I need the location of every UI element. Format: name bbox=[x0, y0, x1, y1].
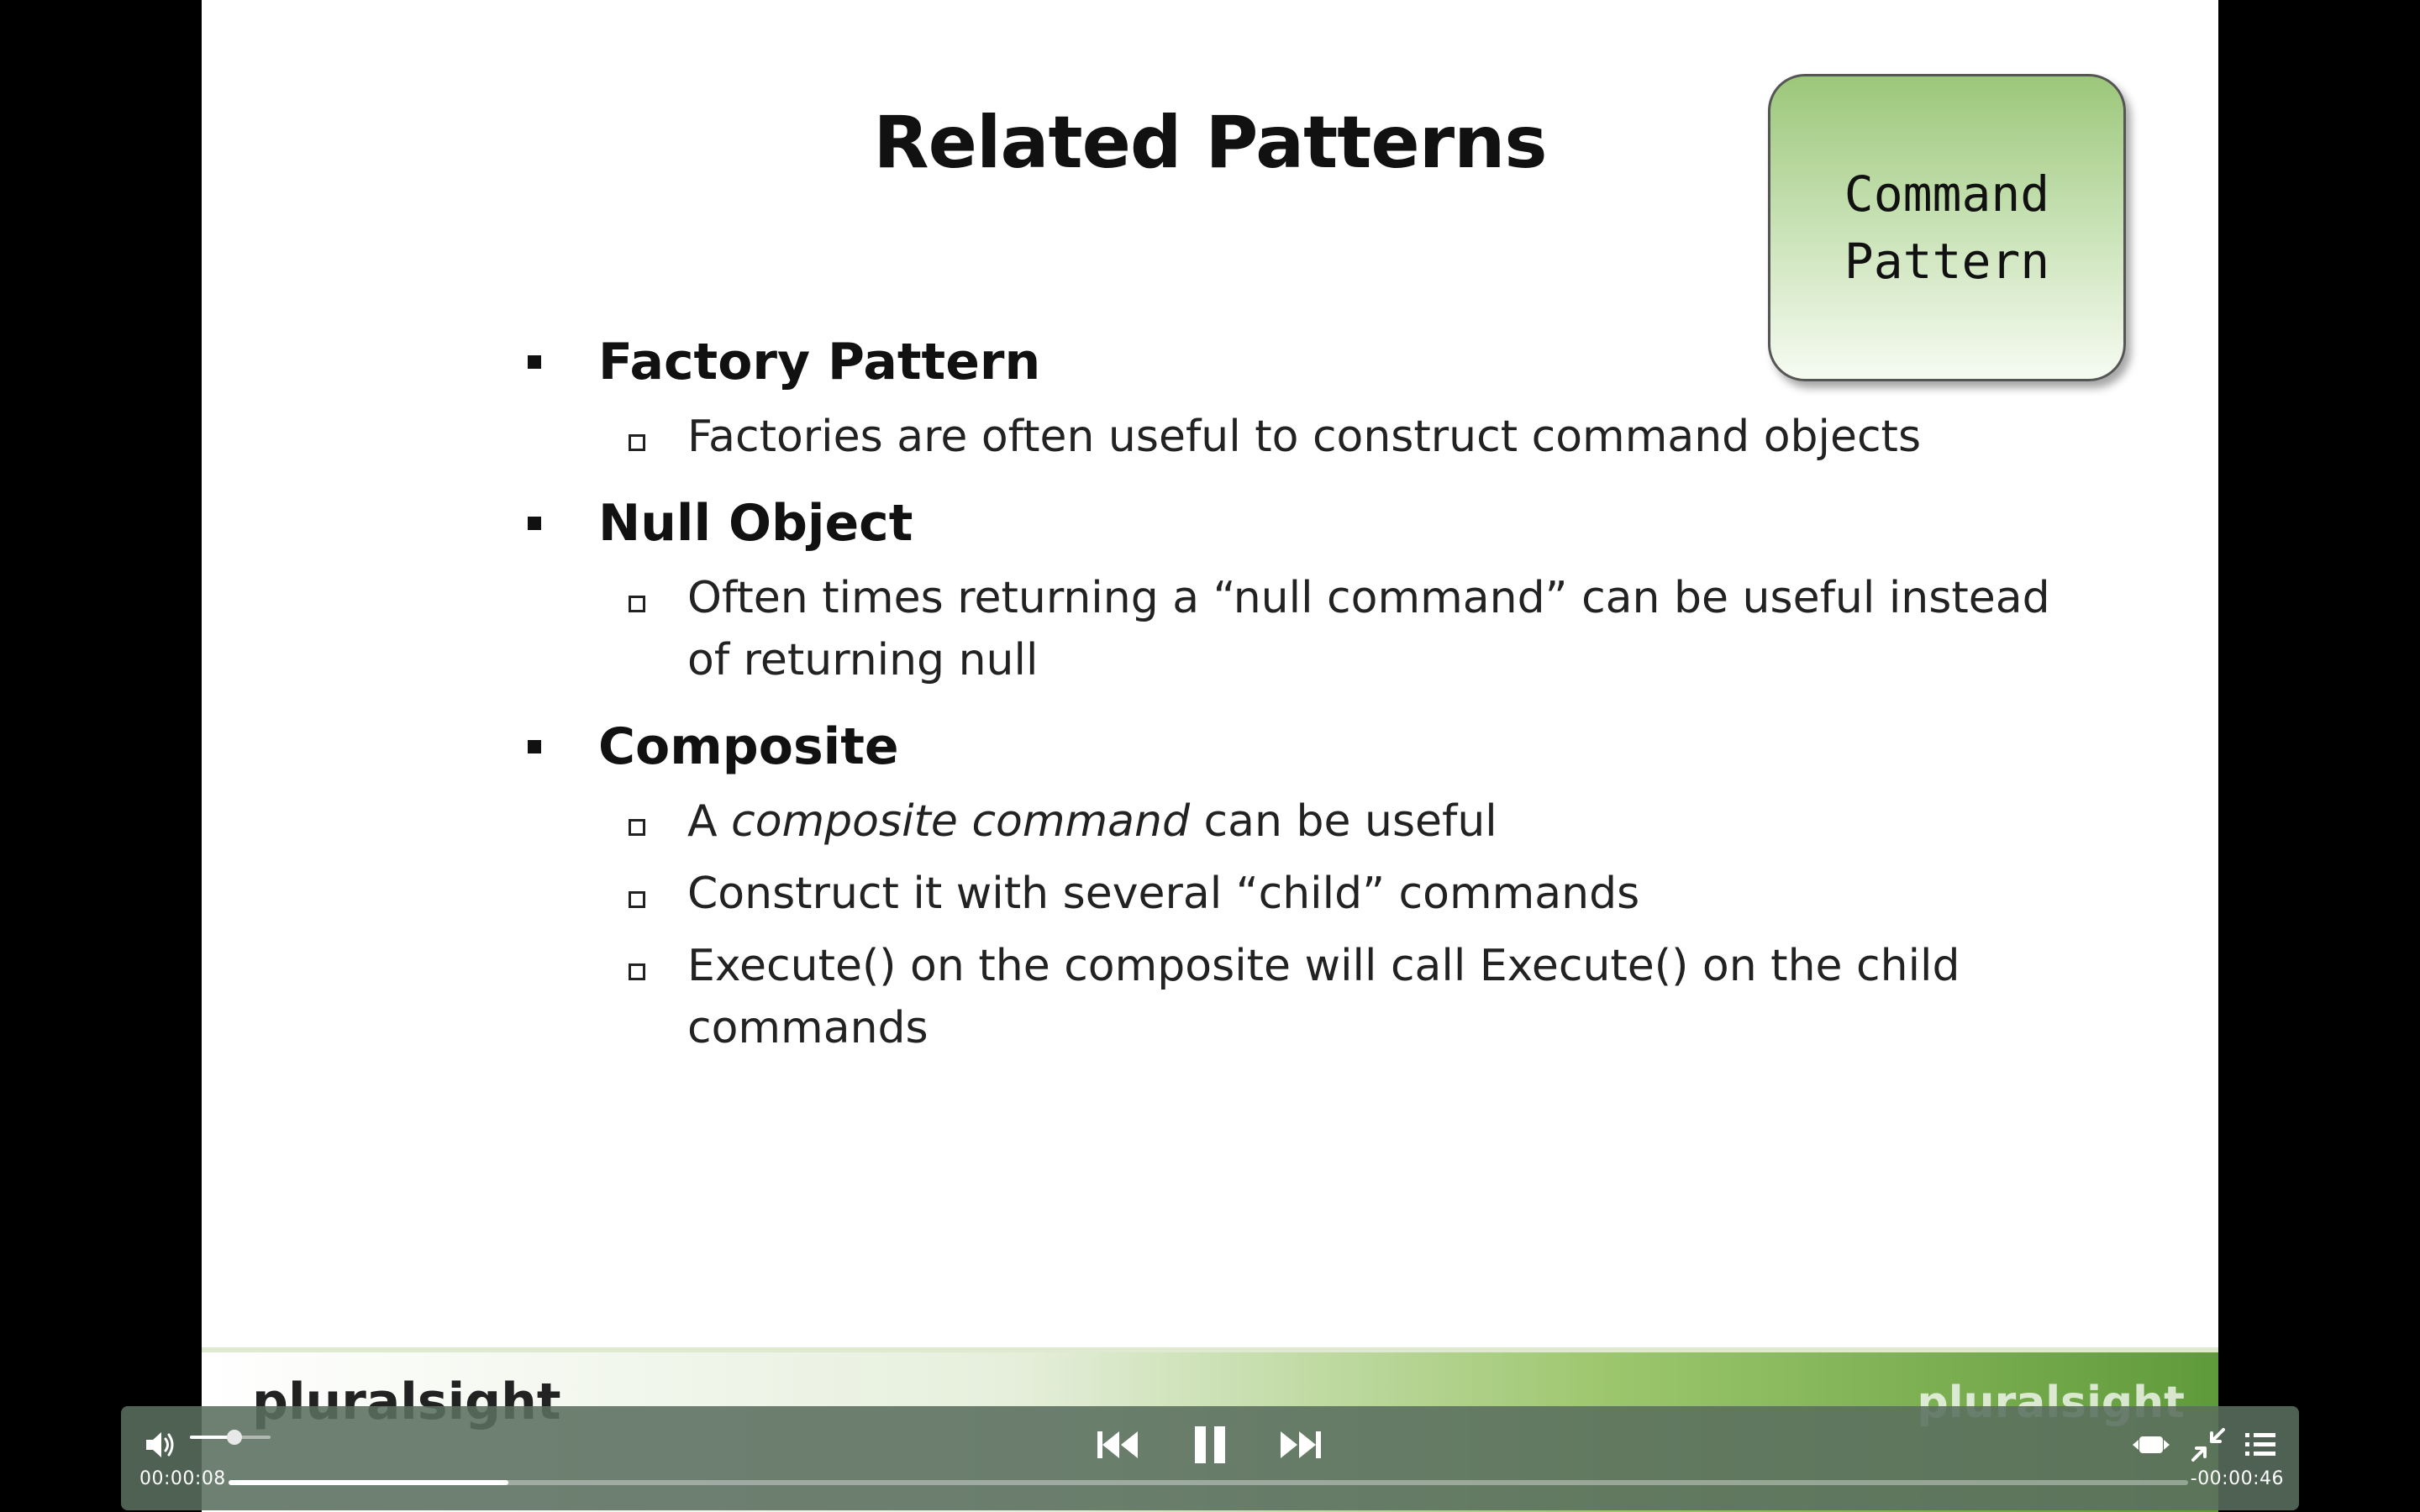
aspect-ratio-button[interactable] bbox=[2129, 1423, 2173, 1467]
sub-bullet-italic: composite command bbox=[731, 796, 1190, 847]
badge-text: Command Pattern bbox=[1779, 160, 2115, 295]
sub-bullet: Factories are often useful to construct … bbox=[521, 406, 2101, 468]
exit-fullscreen-button[interactable] bbox=[2186, 1423, 2230, 1467]
time-elapsed: 00:00:08 bbox=[139, 1468, 226, 1489]
video-stage: Related Patterns Command Pattern Factory… bbox=[0, 0, 2420, 1512]
exit-fullscreen-icon bbox=[2191, 1428, 2225, 1462]
badge-line-1: Command bbox=[1844, 165, 2050, 223]
progress-bar[interactable] bbox=[229, 1480, 2188, 1485]
pause-icon bbox=[1195, 1426, 1225, 1463]
skip-back-icon bbox=[1097, 1431, 1138, 1458]
previous-button[interactable] bbox=[1089, 1416, 1146, 1473]
volume-knob[interactable] bbox=[226, 1430, 242, 1445]
chapter-list-icon bbox=[2245, 1433, 2275, 1456]
volume-slider[interactable] bbox=[190, 1430, 271, 1445]
sub-bullet: Construct it with several “child” comman… bbox=[521, 863, 2101, 925]
progress-fill bbox=[229, 1480, 509, 1485]
time-remaining: -00:00:46 bbox=[2190, 1468, 2284, 1489]
player-controls: 00:00:08 -00:00:46 bbox=[121, 1406, 2299, 1510]
sub-bullet-composite-command: A composite command can be useful bbox=[521, 790, 2101, 853]
bullet-list: Factory Pattern Factories are often usef… bbox=[521, 307, 2101, 1069]
sub-bullet: Often times returning a “null command” c… bbox=[521, 567, 2101, 691]
next-button[interactable] bbox=[1272, 1416, 1329, 1473]
bullet-composite: Composite bbox=[521, 708, 2101, 785]
aspect-ratio-icon bbox=[2133, 1436, 2170, 1453]
sub-bullet-prefix: A bbox=[687, 796, 732, 847]
chapters-button[interactable] bbox=[2238, 1423, 2282, 1467]
presentation-slide: Related Patterns Command Pattern Factory… bbox=[202, 0, 2218, 1512]
sub-bullet: Execute() on the composite will call Exe… bbox=[521, 935, 2101, 1059]
badge-line-2: Pattern bbox=[1844, 233, 2050, 290]
pause-button[interactable] bbox=[1181, 1416, 1239, 1473]
sub-bullet-suffix: can be useful bbox=[1189, 796, 1497, 847]
skip-forward-icon bbox=[1281, 1431, 1321, 1458]
bullet-null-object: Null Object bbox=[521, 485, 2101, 562]
bullet-factory-pattern: Factory Pattern bbox=[521, 323, 2101, 401]
speaker-icon[interactable] bbox=[139, 1425, 180, 1465]
